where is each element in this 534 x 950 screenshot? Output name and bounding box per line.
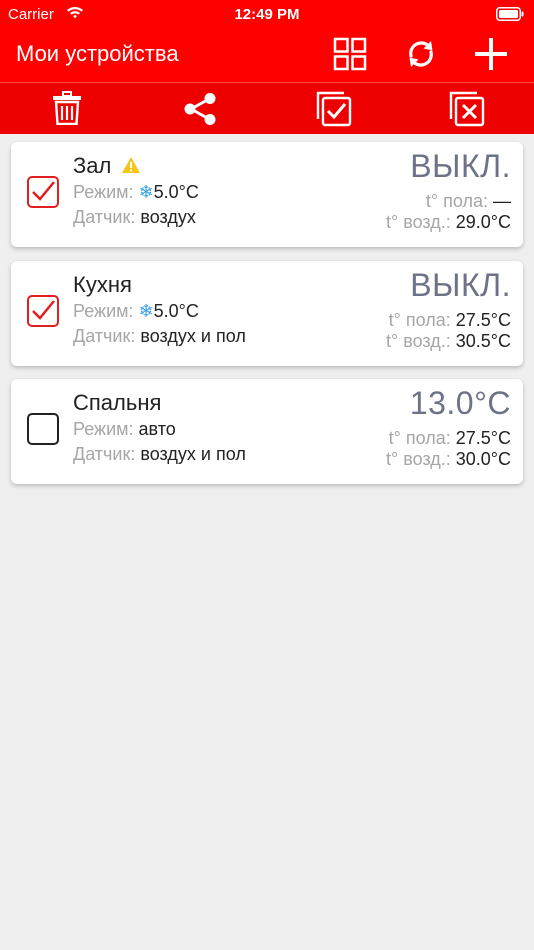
page-title: Мои устройства (16, 41, 179, 66)
floor-temp-row: t° пола: 27.5°C (389, 428, 511, 449)
device-card-spalnya[interactable]: Спальня Режим: авто Датчик: воздух и пол… (11, 379, 523, 484)
air-temp-value: 29.0°C (455, 212, 511, 232)
mode-label: Режим: (73, 419, 134, 439)
mode-value: авто (138, 419, 176, 439)
sensor-value: воздух (140, 207, 196, 227)
device-card-kukhnya[interactable]: Кухня Режим: ❄5.0°C Датчик: воздух и пол… (11, 261, 523, 366)
checkmark-icon (32, 181, 55, 201)
battery-icon (496, 7, 524, 21)
sensor-row: Датчик: воздух и пол (73, 444, 246, 465)
plus-icon[interactable] (474, 37, 508, 71)
sensor-row: Датчик: воздух (73, 207, 196, 228)
mode-label: Режим: (73, 182, 134, 202)
device-checkbox[interactable] (27, 413, 59, 445)
device-status: 13.0°C (409, 385, 511, 421)
sensor-value: воздух и пол (140, 444, 246, 464)
device-status: ВЫКЛ. (410, 148, 511, 184)
device-name: Зал (73, 153, 112, 178)
air-temp-value: 30.0°C (455, 449, 511, 469)
air-temp-row: t° возд.: 30.0°C (386, 449, 511, 470)
floor-temp-value: 27.5°C (455, 428, 511, 448)
mode-value: 5.0°C (153, 301, 199, 321)
mode-value: 5.0°C (153, 182, 199, 202)
air-temp-label: t° возд.: (386, 331, 451, 351)
air-temp-row: t° возд.: 29.0°C (386, 212, 511, 233)
sensor-row: Датчик: воздух и пол (73, 326, 246, 347)
mode-row: Режим: ❄5.0°C (73, 301, 199, 322)
sensor-value: воздух и пол (140, 326, 246, 346)
snowflake-icon: ❄ (138, 182, 154, 202)
floor-temp-value: 27.5°C (455, 310, 511, 330)
floor-temp-label: t° пола: (388, 310, 451, 330)
share-icon[interactable] (183, 92, 217, 126)
device-status: ВЫКЛ. (410, 267, 511, 303)
mode-row: Режим: ❄5.0°C (73, 182, 199, 203)
air-temp-label: t° возд.: (386, 212, 451, 232)
checkmark-icon (32, 300, 55, 320)
air-temp-label: t° возд.: (386, 449, 451, 469)
mode-label: Режим: (73, 301, 134, 321)
device-checkbox[interactable] (27, 295, 59, 327)
device-card-zal[interactable]: Зал Режим: ❄5.0°C Датчик: воздух ВЫКЛ. t… (11, 142, 523, 247)
refresh-icon[interactable] (404, 37, 438, 71)
grid-icon[interactable] (333, 37, 367, 71)
sensor-label: Датчик: (73, 326, 136, 346)
deselect-all-icon[interactable] (449, 91, 485, 127)
sensor-label: Датчик: (73, 207, 136, 227)
floor-temp-row: t° пола: — (426, 191, 511, 212)
device-name: Спальня (73, 390, 162, 415)
status-time: 12:49 PM (234, 6, 300, 23)
warning-icon (122, 157, 140, 173)
air-temp-row: t° возд.: 30.5°C (386, 331, 511, 352)
air-temp-value: 30.5°C (455, 331, 511, 351)
action-bar (0, 82, 534, 134)
status-bar: Carrier 12:49 PM (0, 0, 534, 30)
floor-temp-value: — (493, 191, 511, 211)
floor-temp-label: t° пола: (425, 191, 488, 211)
floor-temp-label: t° пола: (388, 428, 451, 448)
select-all-icon[interactable] (316, 91, 352, 127)
floor-temp-row: t° пола: 27.5°C (389, 310, 511, 331)
snowflake-icon: ❄ (138, 301, 154, 321)
header: Carrier 12:49 PM Мои устройства (0, 0, 534, 134)
trash-icon[interactable] (52, 91, 82, 125)
device-name: Кухня (73, 272, 132, 297)
mode-row: Режим: авто (73, 419, 176, 440)
device-checkbox[interactable] (27, 176, 59, 208)
sensor-label: Датчик: (73, 444, 136, 464)
title-row: Мои устройства (0, 30, 534, 82)
